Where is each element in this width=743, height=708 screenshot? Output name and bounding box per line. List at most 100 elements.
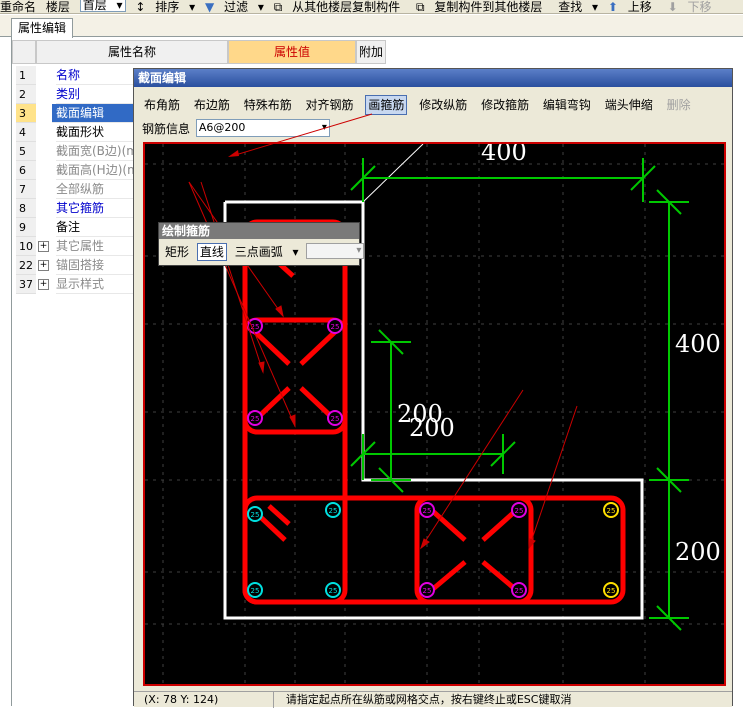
table-row[interactable]: 7 全部纵筋: [16, 180, 146, 199]
svg-text:25: 25: [331, 323, 340, 331]
table-row[interactable]: 10 + 其它属性: [16, 237, 146, 256]
filter-label: 过滤: [224, 0, 249, 14]
dim-inner-b-text: 200: [409, 414, 455, 442]
section-edit-dialog: 截面编辑 布角筋 布边筋 特殊布筋 对齐钢筋 画箍筋 修改纵筋 修改箍筋 编辑弯…: [133, 68, 733, 708]
tab-strip: 属性编辑: [0, 15, 743, 38]
table-row[interactable]: 22 + 锚固搭接: [16, 256, 146, 275]
table-row[interactable]: 9 备注: [16, 218, 146, 237]
table-row[interactable]: 37 + 显示样式: [16, 275, 146, 294]
row-number: 5: [16, 142, 36, 161]
row-number: 7: [16, 180, 36, 199]
rename-button[interactable]: 重命名: [0, 1, 36, 13]
copy-to-label: 复制构件到其他楼层: [434, 0, 543, 14]
copy-to-floor-button[interactable]: ⧉ 复制构件到其他楼层: [416, 1, 548, 13]
tool-modify-long-bars[interactable]: 修改纵筋: [417, 96, 469, 114]
svg-text:25: 25: [329, 587, 338, 595]
row-number: 3: [16, 104, 36, 123]
down-arrow-icon: ⬇: [667, 0, 678, 14]
move-down-button[interactable]: ⬇ 下移: [668, 1, 718, 13]
svg-text:25: 25: [251, 511, 260, 519]
tool-draw-stirrup[interactable]: 画箍筋: [365, 95, 408, 115]
tool-align-bars[interactable]: 对齐钢筋: [304, 96, 356, 114]
dim-right-lower-text: 200: [675, 538, 721, 566]
svg-text:25: 25: [607, 587, 616, 595]
drawing-canvas[interactable]: 400 400 200 200 200 25 25 25 25 25 25 25…: [143, 142, 726, 686]
arc-dropdown-icon[interactable]: ▾: [291, 244, 301, 260]
expand-toggle[interactable]: +: [38, 279, 49, 290]
tool-modify-stirrup[interactable]: 修改箍筋: [479, 96, 531, 114]
top-toolbar: 重命名 楼层 首层 ▾ ↕ 排序 ▾ ▼ 过滤 ▾ ⧉ 从其他楼层复制构件 ⧉ …: [0, 0, 743, 14]
header-extra[interactable]: 附加: [356, 40, 386, 64]
svg-text:25: 25: [515, 507, 524, 515]
svg-text:25: 25: [515, 587, 524, 595]
up-arrow-icon: ⬆: [607, 0, 618, 14]
move-up-label: 上移: [627, 0, 652, 14]
draw-line-button[interactable]: 直线: [196, 243, 227, 261]
row-number: 9: [16, 218, 36, 237]
row-number: 8: [16, 199, 36, 218]
floor-select[interactable]: 首层 ▾: [79, 0, 126, 12]
svg-text:25: 25: [423, 587, 432, 595]
copy-icon: ⧉: [273, 0, 283, 14]
find-label: 查找: [558, 0, 583, 14]
dim-top-text: 400: [481, 144, 527, 166]
draw-rect-button[interactable]: 矩形: [163, 244, 191, 260]
copy-from-floor-button[interactable]: ⧉ 从其他楼层复制构件: [274, 1, 406, 13]
svg-text:25: 25: [251, 415, 260, 423]
svg-text:25: 25: [607, 507, 616, 515]
table-row[interactable]: 1 名称: [16, 66, 146, 85]
rebar-info-row: 钢筋信息 A6@200: [142, 119, 330, 139]
header-property-name[interactable]: 属性名称: [36, 40, 228, 64]
tool-end-extend[interactable]: 端头伸缩: [603, 96, 655, 114]
draw-panel-tools: 矩形 直线 三点画弧 ▾: [163, 243, 366, 261]
dim-right-upper-text: 400: [675, 330, 721, 358]
move-up-button[interactable]: ⬆ 上移: [608, 1, 658, 13]
row-number: 1: [16, 66, 36, 85]
row-number: 6: [16, 161, 36, 180]
copy-from-label: 从其他楼层复制构件: [292, 0, 401, 14]
sort-label: 排序: [155, 0, 180, 14]
floor-select-value: 首层: [82, 0, 107, 12]
tool-edit-hook[interactable]: 编辑弯钩: [541, 96, 593, 114]
tool-delete[interactable]: 删除: [665, 96, 693, 114]
dialog-toolbar: 布角筋 布边筋 特殊布筋 对齐钢筋 画箍筋 修改纵筋 修改箍筋 编辑弯钩 端头伸…: [142, 95, 699, 115]
tool-special-bars[interactable]: 特殊布筋: [242, 96, 294, 114]
filter-button[interactable]: ▼ 过滤 ▾: [205, 1, 264, 13]
draw-param-combo[interactable]: [306, 243, 365, 259]
draw-arc-button[interactable]: 三点画弧: [233, 244, 285, 260]
expand-toggle[interactable]: +: [38, 260, 49, 271]
draw-stirrup-panel: 绘制箍筋 矩形 直线 三点画弧 ▾: [158, 222, 365, 266]
expand-toggle[interactable]: +: [38, 241, 49, 252]
grid-corner: [12, 40, 36, 64]
row-number: 2: [16, 85, 36, 104]
tool-corner-bars[interactable]: 布角筋: [142, 96, 182, 114]
row-number: 37: [16, 275, 36, 294]
table-row[interactable]: 2 类别: [16, 85, 146, 104]
floor-label: 楼层: [45, 0, 70, 14]
dialog-title: 截面编辑: [134, 69, 732, 87]
table-row[interactable]: 6 截面高(H边)(m: [16, 161, 146, 180]
sort-button[interactable]: ↕ 排序 ▾: [135, 1, 195, 13]
row-number: 22: [16, 256, 36, 275]
draw-panel-title: 绘制箍筋: [159, 223, 359, 239]
svg-text:25: 25: [251, 587, 260, 595]
row-name: 截面编辑: [52, 104, 142, 123]
rebar-info-select[interactable]: A6@200: [195, 119, 330, 137]
sort-icon: ↕: [135, 0, 146, 14]
row-number: 10: [16, 237, 36, 256]
table-row[interactable]: 3 截面编辑: [16, 104, 146, 123]
grid-rows: 1 名称 2 类别 3 截面编辑 4 截面形状 5 截面宽(B边)(m 6 截面高(H边)(…: [16, 66, 146, 294]
grid-header: 属性名称 属性值 附加: [12, 40, 386, 64]
tool-edge-bars[interactable]: 布边筋: [192, 96, 232, 114]
table-row[interactable]: 5 截面宽(B边)(m: [16, 142, 146, 161]
tab-property-edit[interactable]: 属性编辑: [11, 18, 74, 38]
move-down-label: 下移: [687, 0, 712, 14]
find-button[interactable]: 查找 ▾: [558, 1, 598, 13]
table-row[interactable]: 8 其它箍筋: [16, 199, 146, 218]
table-row[interactable]: 4 截面形状: [16, 123, 146, 142]
copy-to-icon: ⧉: [415, 0, 425, 14]
header-property-value[interactable]: 属性值: [228, 40, 356, 64]
svg-text:25: 25: [329, 507, 338, 515]
filter-icon: ▼: [204, 0, 215, 14]
row-number: 4: [16, 123, 36, 142]
